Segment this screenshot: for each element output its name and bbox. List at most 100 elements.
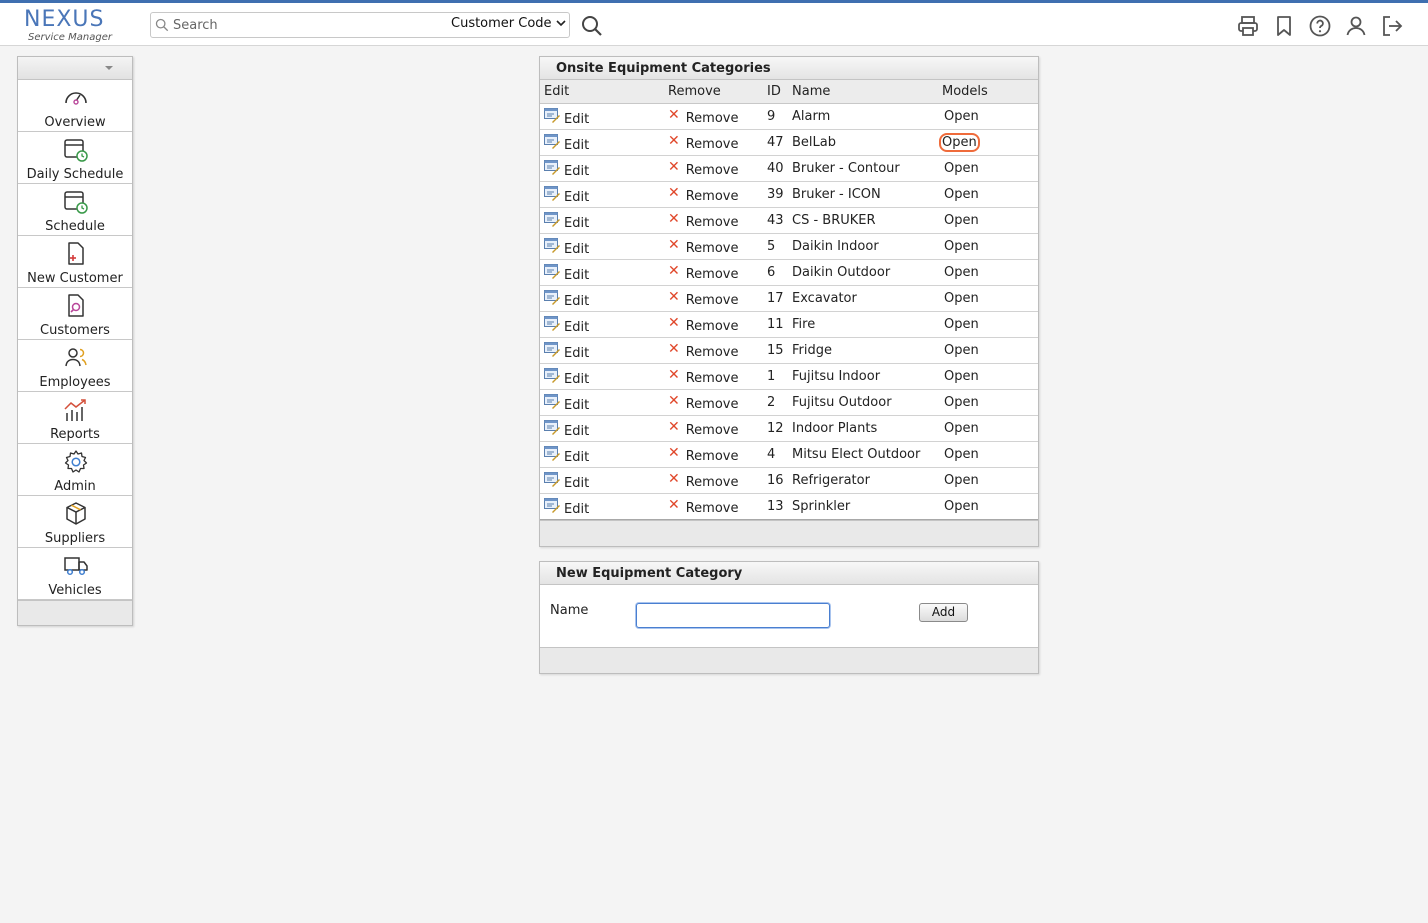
open-models-link[interactable]: Open	[942, 447, 981, 462]
open-models-link[interactable]: Open	[942, 343, 981, 358]
sidebar-item-reports[interactable]: Reports	[18, 392, 132, 444]
remove-link[interactable]: Remove	[686, 345, 739, 360]
sidebar-item-schedule[interactable]: Schedule	[18, 184, 132, 236]
printer-icon[interactable]	[1236, 14, 1260, 38]
remove-x-icon[interactable]: ✕	[668, 445, 680, 461]
edit-cell[interactable]: Edit	[540, 467, 664, 494]
remove-link[interactable]: Remove	[686, 475, 739, 490]
search-field-select[interactable]: Customer Code	[451, 16, 566, 36]
edit-cell[interactable]: Edit	[540, 389, 664, 416]
remove-link[interactable]: Remove	[686, 189, 739, 204]
search-input[interactable]	[173, 15, 443, 35]
edit-cell[interactable]: Edit	[540, 285, 664, 312]
edit-icon[interactable]	[544, 445, 560, 461]
edit-icon[interactable]	[544, 159, 560, 175]
edit-cell[interactable]: Edit	[540, 207, 664, 234]
remove-link[interactable]: Remove	[686, 241, 739, 256]
edit-link[interactable]: Edit	[564, 372, 589, 387]
sidebar-item-suppliers[interactable]: Suppliers	[18, 496, 132, 548]
remove-cell[interactable]: ✕ Remove	[664, 441, 763, 468]
edit-icon[interactable]	[544, 497, 560, 513]
remove-link[interactable]: Remove	[686, 293, 739, 308]
sidebar-item-vehicles[interactable]: Vehicles	[18, 548, 132, 600]
open-models-link[interactable]: Open	[942, 239, 981, 254]
open-models-link[interactable]: Open	[942, 395, 981, 410]
open-models-link[interactable]: Open	[942, 291, 981, 306]
remove-link[interactable]: Remove	[686, 397, 739, 412]
edit-icon[interactable]	[544, 419, 560, 435]
remove-x-icon[interactable]: ✕	[668, 107, 680, 123]
open-models-link[interactable]: Open	[942, 499, 981, 514]
remove-x-icon[interactable]: ✕	[668, 393, 680, 409]
edit-cell[interactable]: Edit	[540, 311, 664, 338]
open-models-link[interactable]: Open	[942, 213, 981, 228]
edit-cell[interactable]: Edit	[540, 129, 664, 156]
app-logo[interactable]: NEXUS Service Manager	[24, 9, 124, 45]
edit-link[interactable]: Edit	[564, 138, 589, 153]
open-models-link[interactable]: Open	[942, 369, 981, 384]
edit-link[interactable]: Edit	[564, 268, 589, 283]
sidebar-item-admin[interactable]: Admin	[18, 444, 132, 496]
edit-cell[interactable]: Edit	[540, 363, 664, 390]
edit-icon[interactable]	[544, 367, 560, 383]
edit-icon[interactable]	[544, 211, 560, 227]
open-models-link[interactable]: Open	[942, 473, 981, 488]
help-icon[interactable]	[1308, 14, 1332, 38]
edit-link[interactable]: Edit	[564, 346, 589, 361]
name-input[interactable]	[636, 603, 830, 628]
edit-link[interactable]: Edit	[564, 450, 589, 465]
remove-x-icon[interactable]: ✕	[668, 341, 680, 357]
remove-cell[interactable]: ✕ Remove	[664, 467, 763, 494]
edit-cell[interactable]: Edit	[540, 181, 664, 208]
user-icon[interactable]	[1344, 14, 1368, 38]
edit-link[interactable]: Edit	[564, 164, 589, 179]
logout-icon[interactable]	[1380, 14, 1404, 38]
remove-link[interactable]: Remove	[686, 371, 739, 386]
remove-link[interactable]: Remove	[686, 137, 739, 152]
edit-link[interactable]: Edit	[564, 294, 589, 309]
edit-icon[interactable]	[544, 289, 560, 305]
remove-x-icon[interactable]: ✕	[668, 211, 680, 227]
edit-cell[interactable]: Edit	[540, 103, 664, 130]
edit-icon[interactable]	[544, 393, 560, 409]
open-models-link[interactable]: Open	[942, 317, 981, 332]
edit-icon[interactable]	[544, 237, 560, 253]
sidebar-item-customers[interactable]: Customers	[18, 288, 132, 340]
edit-cell[interactable]: Edit	[540, 493, 664, 520]
remove-cell[interactable]: ✕ Remove	[664, 181, 763, 208]
edit-cell[interactable]: Edit	[540, 337, 664, 364]
edit-cell[interactable]: Edit	[540, 233, 664, 260]
sidebar-item-overview[interactable]: Overview	[18, 80, 132, 132]
edit-icon[interactable]	[544, 107, 560, 123]
remove-cell[interactable]: ✕ Remove	[664, 129, 763, 156]
remove-x-icon[interactable]: ✕	[668, 159, 680, 175]
remove-cell[interactable]: ✕ Remove	[664, 337, 763, 364]
remove-x-icon[interactable]: ✕	[668, 471, 680, 487]
edit-link[interactable]: Edit	[564, 502, 589, 517]
edit-icon[interactable]	[544, 263, 560, 279]
open-models-link[interactable]: Open	[942, 109, 981, 124]
edit-icon[interactable]	[544, 471, 560, 487]
add-button[interactable]: Add	[919, 603, 968, 622]
open-models-link[interactable]: Open	[939, 132, 980, 152]
edit-link[interactable]: Edit	[564, 398, 589, 413]
search-submit-icon[interactable]	[581, 15, 603, 37]
sidebar-item-daily-schedule[interactable]: Daily Schedule	[18, 132, 132, 184]
remove-link[interactable]: Remove	[686, 319, 739, 334]
remove-cell[interactable]: ✕ Remove	[664, 103, 763, 130]
remove-link[interactable]: Remove	[686, 501, 739, 516]
remove-x-icon[interactable]: ✕	[668, 367, 680, 383]
remove-cell[interactable]: ✕ Remove	[664, 285, 763, 312]
edit-icon[interactable]	[544, 341, 560, 357]
remove-link[interactable]: Remove	[686, 215, 739, 230]
edit-cell[interactable]: Edit	[540, 441, 664, 468]
edit-link[interactable]: Edit	[564, 320, 589, 335]
edit-cell[interactable]: Edit	[540, 415, 664, 442]
remove-x-icon[interactable]: ✕	[668, 263, 680, 279]
remove-link[interactable]: Remove	[686, 449, 739, 464]
remove-x-icon[interactable]: ✕	[668, 237, 680, 253]
remove-cell[interactable]: ✕ Remove	[664, 363, 763, 390]
open-models-link[interactable]: Open	[942, 421, 981, 436]
remove-cell[interactable]: ✕ Remove	[664, 493, 763, 520]
edit-link[interactable]: Edit	[564, 190, 589, 205]
